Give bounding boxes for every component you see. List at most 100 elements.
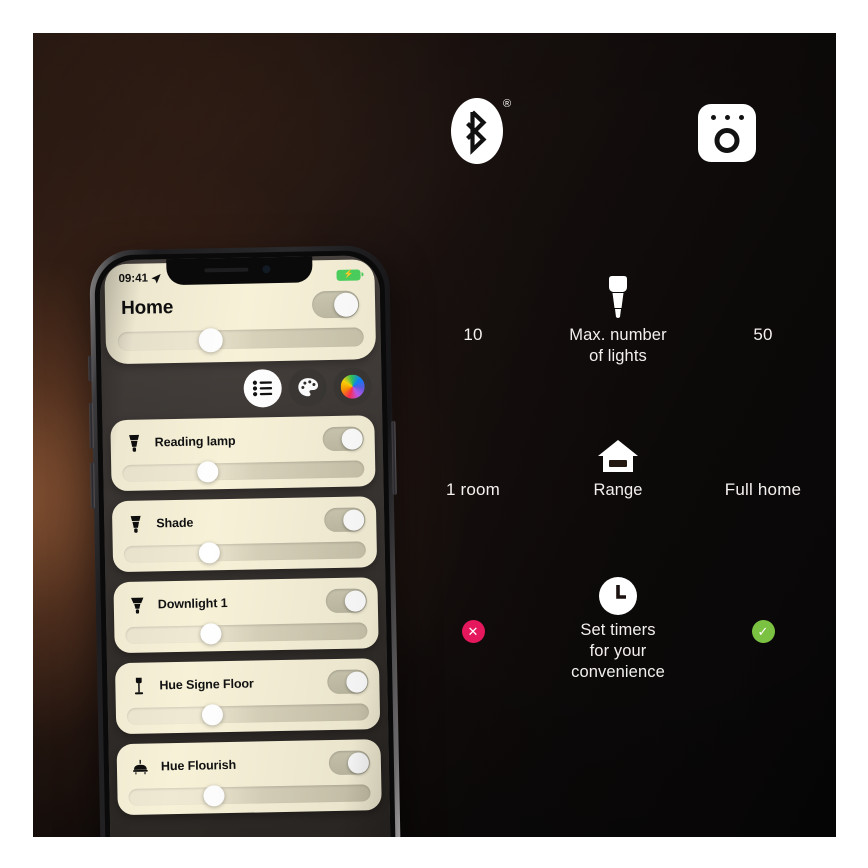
timers-label-line3: convenience [571,663,665,681]
light-bulb-glyph [609,276,627,318]
timers-left-cell: ✕ [403,568,543,643]
ceiling-lamp-icon [130,759,150,774]
bridge-button-ring [714,128,740,153]
range-right-cell: Full home [693,428,833,500]
battery-charging-icon: ⚡ [336,268,361,281]
toggle-knob [347,751,369,774]
status-badge-unsupported: ✕ [461,620,485,643]
light-toggle[interactable] [324,507,366,533]
bluetooth-icon [466,110,487,155]
light-toggle[interactable] [327,669,369,695]
tab-list-view[interactable] [243,368,283,408]
comparison-panel: ® 10 Max. number of lights 50 1 room Ran… [403,98,833,798]
slider-thumb[interactable] [198,542,221,564]
light-name: Reading lamp [154,433,236,450]
light-toggle[interactable] [322,426,364,452]
home-header-row: Home [105,284,376,332]
list-item[interactable]: Reading lamp [110,415,376,492]
light-name: Hue Flourish [160,757,237,774]
range-right-value: Full home [724,480,802,499]
status-bar-left: 09:41 [118,272,162,285]
light-brightness-slider[interactable] [123,541,366,564]
max-lights-right-value: 50 [753,325,773,344]
spot-bulb-icon [125,514,145,533]
phone-notch [166,256,313,286]
toggle-knob [345,670,368,693]
clock-glyph [599,577,637,615]
registered-trademark-symbol: ® [503,98,512,110]
status-bar-time: 09:41 [118,272,149,286]
light-header: Shade [112,496,377,546]
max-lights-left-cell: 10 [403,273,543,345]
downlight-icon [127,595,147,614]
comparison-row-max-lights: 10 Max. number of lights 50 [403,273,833,367]
tab-colors-view[interactable] [333,367,373,406]
bridge-dot [724,115,730,120]
bridge-dot [710,115,716,120]
bridge-status-dots [698,115,756,120]
timers-right-cell: ✓ [693,568,833,643]
slider-thumb[interactable] [203,785,225,807]
max-lights-right-cell: 50 [693,273,833,345]
phone-mute-switch[interactable] [88,355,93,382]
light-brightness-slider[interactable] [126,703,370,726]
light-bulb-icon [601,273,635,321]
battery-bolt-glyph: ⚡ [343,269,354,279]
promo-image-canvas: ® 10 Max. number of lights 50 1 room Ran… [33,33,836,837]
range-left-value: 1 room [445,480,501,499]
clock-icon [598,568,638,616]
logo-row: ® [403,98,833,208]
hue-color-pin-icon [340,374,364,398]
toggle-knob [344,589,366,612]
toggle-knob [342,508,364,531]
toggle-knob [333,291,358,317]
house-glyph [598,440,638,472]
light-header: Hue Flourish [117,739,382,789]
light-toggle[interactable] [328,750,371,776]
timers-center-cell: Set timers for your convenience [543,568,693,683]
list-item[interactable]: Downlight 1 [113,577,379,654]
home-brightness-slider[interactable] [117,327,364,353]
slider-thumb[interactable] [197,461,219,483]
max-lights-label: Max. number of lights [569,325,666,367]
home-title: Home [120,296,174,319]
bridge-dot [738,115,744,120]
phone-volume-down-button[interactable] [90,462,95,509]
light-header: Hue Signe Floor [115,658,380,708]
toggle-knob [340,427,363,450]
slider-thumb[interactable] [198,327,224,353]
light-header: Downlight 1 [113,577,378,627]
comparison-row-timers: ✕ Set timers for your convenience ✓ [403,568,833,683]
light-brightness-slider[interactable] [122,460,365,483]
home-master-toggle[interactable] [311,290,360,319]
light-brightness-slider[interactable] [125,622,368,645]
light-list: Reading lamp Shade Downlight 1 Hue Signe… [110,415,382,825]
house-icon [597,428,639,476]
floor-lamp-icon [128,676,148,695]
slider-thumb[interactable] [200,623,222,645]
slider-thumb[interactable] [201,704,224,726]
palette-icon [297,378,318,397]
list-item[interactable]: Hue Flourish [116,739,382,816]
phone-screen: 09:41 ⚡ Home Reading lamp Shade Downligh… [99,255,391,837]
range-label: Range [593,481,643,499]
hue-bridge-icon [698,104,756,162]
tab-scenes-view[interactable] [288,368,328,407]
bluetooth-logo: ® [451,98,511,164]
list-item[interactable]: Hue Signe Floor [114,658,381,735]
max-lights-left-value: 10 [463,325,483,344]
earpiece-speaker [204,267,249,273]
status-badge-supported: ✓ [751,620,775,643]
hue-bridge-logo [698,104,756,162]
light-toggle[interactable] [325,588,368,614]
range-center-cell: Range [543,428,693,501]
phone-volume-up-button[interactable] [88,402,94,449]
max-lights-center-cell: Max. number of lights [543,273,693,367]
front-camera [262,265,271,274]
light-name: Hue Signe Floor [159,676,254,693]
light-brightness-slider[interactable] [128,784,371,807]
list-item[interactable]: Shade [111,496,378,573]
spot-bulb-icon [124,433,144,452]
range-left-cell: 1 room [403,428,543,500]
timers-label-line2: for your [589,642,647,660]
